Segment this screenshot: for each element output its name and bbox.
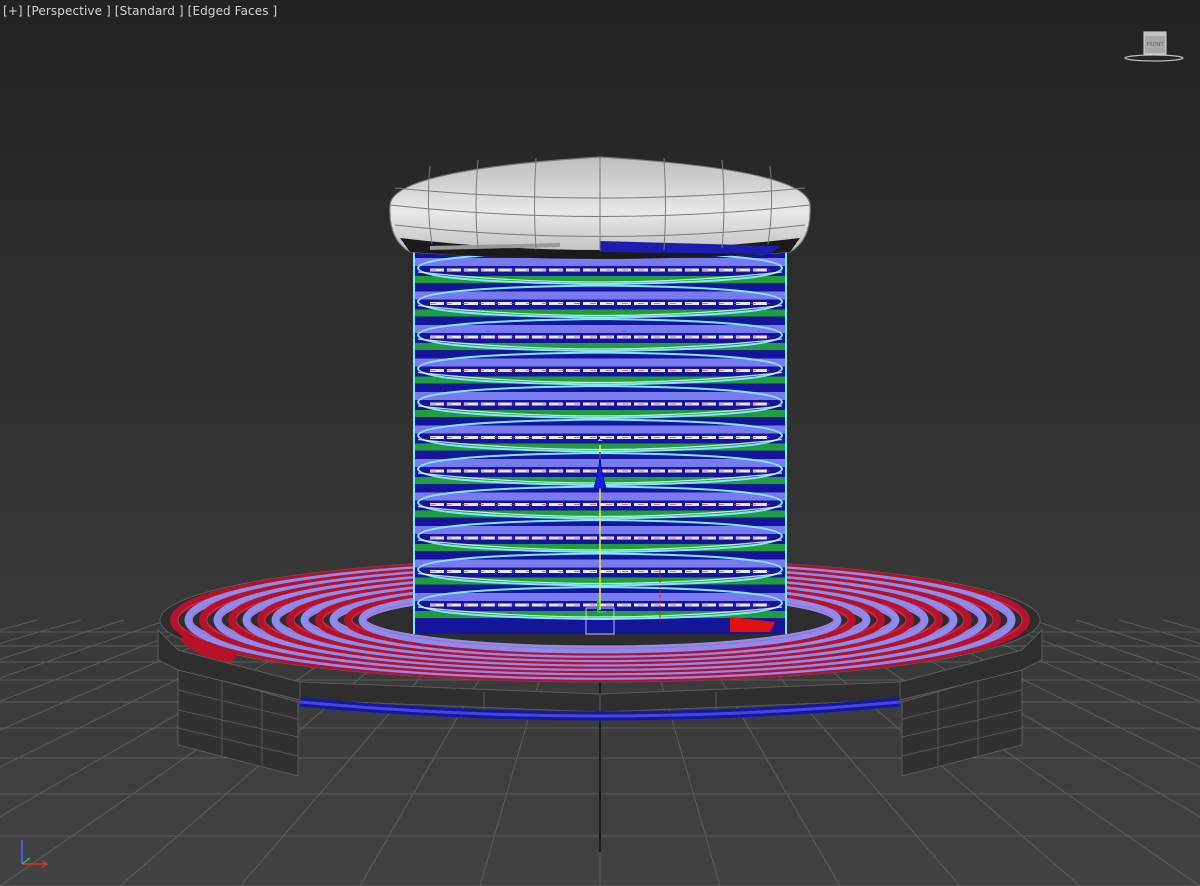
viewcube-icon[interactable]: FRONT (1124, 28, 1184, 64)
viewcube-face-label: FRONT (1146, 42, 1164, 48)
perspective-viewport[interactable]: [+] [Perspective ] [Standard ] [Edged Faces… (0, 0, 1200, 886)
top-cap[interactable] (389, 156, 811, 259)
axis-tripod-icon (14, 834, 50, 870)
gizmo-axis-label: z (598, 434, 603, 444)
scene-canvas[interactable]: z (0, 0, 1200, 886)
